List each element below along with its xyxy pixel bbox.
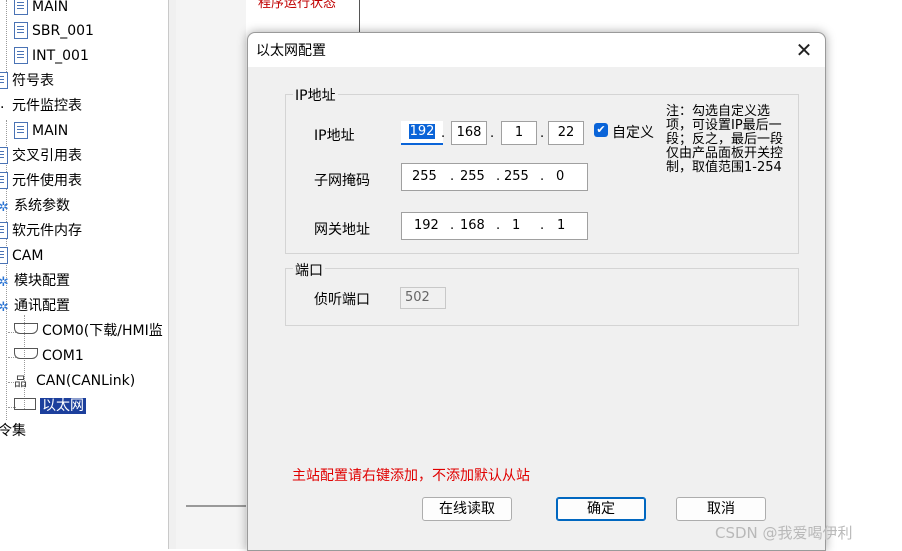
ip-note: 注：勾选自定义选项，可设置IP最后一段；反之，最后一段仅由产品面板开关控制，取值… (666, 104, 784, 175)
tree-item-label: CAM (12, 248, 44, 264)
subnet-mask-input[interactable]: 255 . 255 . 255 . 0 (401, 163, 588, 191)
ip-address-label: IP地址 (314, 128, 355, 144)
ip-octet-1[interactable]: 192 (401, 121, 443, 145)
serial-port-icon (14, 347, 38, 359)
tree-item-soft-memory[interactable]: 软元件内存 (0, 220, 82, 242)
tree-item-main-monitor[interactable]: MAIN (14, 120, 68, 142)
dialog-title: 以太网配置 (256, 43, 326, 59)
tree-item-label: CAN(CANLink) (36, 373, 136, 389)
tree-item-monitor-table[interactable]: · 元件监控表 (0, 95, 82, 117)
tree-item-label: 符号表 (12, 73, 54, 89)
monitor-table-icon (14, 121, 28, 139)
close-icon: ✕ (795, 38, 813, 62)
tree-item-label: 软元件内存 (12, 223, 82, 239)
watermark: CSDN @我爱喝伊利 (715, 524, 853, 542)
checkmark-icon: ✔ (596, 123, 606, 136)
interrupt-icon (14, 46, 28, 64)
subnet-mask-label: 子网掩码 (314, 173, 370, 189)
tree-item-label: 系统参数 (14, 198, 70, 214)
tree-item-label: 模块配置 (14, 273, 70, 289)
gateway-label: 网关地址 (314, 222, 370, 238)
tree-item-sbr-001[interactable]: SBR_001 (14, 20, 94, 42)
cross-reference-icon (0, 146, 8, 164)
ethernet-config-dialog: 以太网配置 ✕ IP地址 IP地址 192 . 168 . 1 . 22 ✔ 自… (247, 32, 826, 551)
dialog-titlebar[interactable]: 以太网配置 ✕ (248, 33, 825, 67)
custom-checkbox[interactable]: ✔ (594, 123, 608, 137)
tree-item-can[interactable]: 品 CAN(CANLink) (14, 370, 135, 392)
tree-item-symbol-table[interactable]: 符号表 (0, 70, 54, 92)
project-tree: MAIN SBR_001 INT_001 符号表 · 元件监控表 MAIN 交叉引… (0, 0, 168, 549)
serial-port-icon (14, 322, 38, 334)
tree-item-com0[interactable]: COM0(下载/HMI监 (14, 320, 163, 342)
tree-item-label: MAIN (32, 0, 69, 15)
comm-config-icon: ✲ (0, 300, 9, 315)
tree-item-label: INT_001 (32, 48, 89, 64)
tree-item-label: SBR_001 (32, 23, 94, 39)
tree-item-label: MAIN (32, 123, 69, 139)
settings-icon: ✲ (0, 200, 9, 215)
gateway-input[interactable]: 192 . 168 . 1 . 1 (401, 212, 588, 240)
table-icon (0, 71, 8, 89)
cancel-button[interactable]: 取消 (676, 497, 766, 521)
usage-table-icon (0, 171, 8, 189)
tree-item-label: 元件使用表 (12, 173, 82, 189)
tree-item-int-001[interactable]: INT_001 (14, 45, 89, 67)
ip-octet-3[interactable]: 1 (501, 121, 537, 145)
tree-item-label: 令集 (0, 423, 26, 439)
tree-item-label: 交叉引用表 (12, 148, 82, 164)
module-config-icon: ✲ (0, 275, 9, 290)
program-block-icon (14, 0, 28, 15)
tree-item-label: 通讯配置 (14, 298, 70, 314)
close-button[interactable]: ✕ (793, 39, 815, 61)
tree-item-ethernet[interactable]: 以太网 (14, 395, 86, 417)
master-station-warning: 主站配置请右键添加，不添加默认从站 (292, 468, 530, 484)
tree-item-label: COM1 (42, 348, 84, 364)
tree-item-element-usage[interactable]: 元件使用表 (0, 170, 82, 192)
ok-button[interactable]: 确定 (556, 497, 646, 521)
tree-item-cross-reference[interactable]: 交叉引用表 (0, 145, 82, 167)
online-read-button[interactable]: 在线读取 (422, 497, 512, 521)
port-group-label: 端口 (293, 260, 325, 280)
ip-octet-4[interactable]: 22 (548, 121, 584, 145)
network-tree-icon: 品 (14, 375, 28, 390)
tree-item-comm-config[interactable]: ✲ 通讯配置 (0, 295, 70, 317)
tree-item-module-config[interactable]: ✲ 模块配置 (0, 270, 70, 292)
custom-label: 自定义 (612, 125, 654, 141)
ethernet-icon (14, 398, 36, 410)
tree-item-main[interactable]: MAIN (14, 0, 68, 18)
tree-item-cam[interactable]: CAM (0, 245, 43, 267)
ip-octet-2[interactable]: 168 (451, 121, 487, 145)
tree-branch-icon: · (0, 100, 5, 116)
tree-item-com1[interactable]: COM1 (14, 345, 84, 367)
ip-group-label: IP地址 (293, 85, 338, 105)
cam-icon (0, 246, 8, 264)
run-status-label: 程序运行状态 (258, 0, 337, 11)
tree-item-label: 元件监控表 (12, 98, 82, 114)
subroutine-icon (14, 21, 28, 39)
tree-item-instruction-set[interactable]: 令集 (0, 420, 26, 442)
tree-item-label: 以太网 (40, 398, 86, 414)
tree-item-label: COM0(下载/HMI监 (42, 323, 163, 339)
memory-icon (0, 221, 8, 239)
listen-port-label: 侦听端口 (314, 292, 370, 308)
tree-item-system-params[interactable]: ✲ 系统参数 (0, 195, 70, 217)
listen-port-input[interactable]: 502 (400, 287, 446, 309)
editor-gutter (176, 0, 247, 549)
